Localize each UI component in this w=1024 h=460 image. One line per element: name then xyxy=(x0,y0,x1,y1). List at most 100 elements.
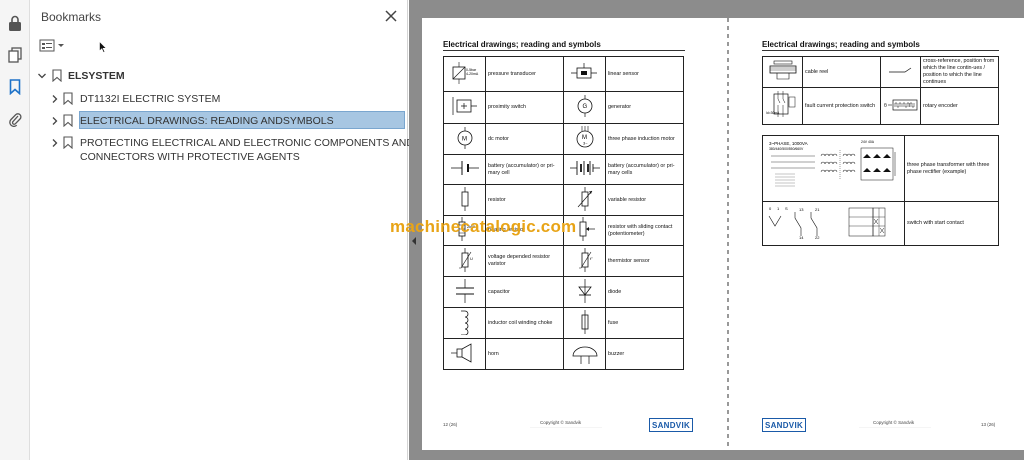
table-row: capacitor diode xyxy=(443,276,684,308)
symbol-label: pressure transducer xyxy=(485,56,564,92)
table-row: resistor variable resistor xyxy=(443,184,684,216)
doc-reference: ········································… xyxy=(530,425,602,429)
transformer-table: 3~PHASE, 1000VA 380/440/500/550/660V 24V… xyxy=(762,135,999,202)
symbol-label: thermistor sensor xyxy=(605,245,684,277)
transformer-rectifier-diagram: 3~PHASE, 1000VA 380/440/500/550/660V 24V… xyxy=(762,135,905,202)
svg-text:S: S xyxy=(785,206,788,211)
buzzer-symbol xyxy=(563,338,606,370)
symbol-label: resistor with sliding contact (potentiom… xyxy=(605,215,684,246)
symbol-label: battery (accumulator) or pri-mary cell xyxy=(485,154,564,185)
cross-reference-symbol xyxy=(880,56,921,88)
close-icon[interactable] xyxy=(383,8,399,24)
rotary-encoder-symbol: B xyxy=(880,87,921,125)
resistor-symbol xyxy=(443,184,486,216)
svg-text:3~: 3~ xyxy=(583,140,588,145)
chevron-right-icon[interactable] xyxy=(50,94,60,104)
svg-text:24V 40A: 24V 40A xyxy=(861,140,875,144)
symbol-table-left: 0-5bar 4-20mA pressure transducer linear … xyxy=(443,56,684,370)
proximity-switch-symbol xyxy=(443,91,486,124)
table-row: 0-5bar 4-20mA pressure transducer linear … xyxy=(443,56,684,92)
battery-cells-symbol xyxy=(563,154,606,185)
table-row: horn buzzer xyxy=(443,338,684,370)
symbol-label: variable resistor xyxy=(605,184,684,216)
start-switch-diagram: 0 1 S 13 21 14 22 xyxy=(762,201,905,246)
page-number: 12 (26) xyxy=(443,422,458,427)
paperclip-icon[interactable] xyxy=(4,108,26,130)
symbol-label: cross-reference, position from which the… xyxy=(920,56,999,88)
capacitor-symbol xyxy=(443,276,486,308)
page-number: 13 (26) xyxy=(981,422,996,427)
svg-text:Id=30mA: Id=30mA xyxy=(766,111,780,115)
mouse-cursor-icon xyxy=(99,40,107,58)
title-rule xyxy=(443,50,685,51)
horn-symbol xyxy=(443,338,486,370)
symbol-label: fuse xyxy=(605,307,684,339)
svg-text:B: B xyxy=(884,102,887,107)
svg-text:0: 0 xyxy=(769,206,772,211)
bookmark-label: ELECTRICAL DRAWINGS: READING ANDSYMBOLS xyxy=(80,115,334,127)
pages-icon[interactable] xyxy=(4,44,26,66)
bookmark-flag-icon xyxy=(63,114,73,127)
generator-symbol: G xyxy=(563,91,606,124)
table-row: U voltage depended resistor varistor t° … xyxy=(443,245,684,277)
panel-title: Bookmarks xyxy=(41,10,102,24)
symbol-label: battery (accumulator) or pri-mary cells xyxy=(605,154,684,185)
symbol-label: cable reel xyxy=(802,56,881,88)
symbol-table-right: cable reel cross-reference, position fro… xyxy=(762,56,999,125)
pdf-reader-window: Bookmarks ELSYSTEM DT1132I ELECTRIC SYST… xyxy=(0,0,1024,460)
chevron-right-icon[interactable] xyxy=(50,138,60,148)
svg-text:4-20mA: 4-20mA xyxy=(466,72,479,76)
battery-symbol xyxy=(443,154,486,185)
bookmark-label-line2: CONNECTORS WITH PROTECTIVE AGENTS xyxy=(80,151,300,163)
fault-current-switch-symbol: Id=30mA xyxy=(762,87,803,125)
bookmark-flag-icon xyxy=(63,92,73,105)
svg-text:3~PHASE, 1000VA: 3~PHASE, 1000VA xyxy=(769,141,808,146)
fuse-symbol xyxy=(563,307,606,339)
symbol-label: fault current protection switch xyxy=(802,87,881,125)
symbol-label: inductor coil winding choke xyxy=(485,307,564,339)
bookmark-label: DT1132I ELECTRIC SYSTEM xyxy=(80,93,221,105)
linear-sensor-symbol xyxy=(563,56,606,92)
svg-text:13: 13 xyxy=(799,207,804,212)
table-row: 0 1 S 13 21 14 22 switch with start cont… xyxy=(762,201,999,246)
cable-reel-symbol xyxy=(762,56,803,88)
bookmark-label: ELSYSTEM xyxy=(68,70,125,82)
table-row: Id=30mA fault current protection switch … xyxy=(762,87,999,125)
three-phase-motor-symbol: M 3~ xyxy=(563,123,606,155)
bookmark-flag-icon xyxy=(52,69,62,82)
bookmarks-panel: Bookmarks ELSYSTEM DT1132I ELECTRIC SYST… xyxy=(31,0,414,460)
svg-text:380/440/500/550/660V: 380/440/500/550/660V xyxy=(769,147,804,151)
bookmark-icon[interactable] xyxy=(4,76,26,98)
diode-symbol xyxy=(563,276,606,308)
svg-text:1: 1 xyxy=(777,206,780,211)
chevron-right-icon[interactable] xyxy=(50,116,60,126)
svg-text:G: G xyxy=(582,104,587,110)
symbol-label: three phase induction motor xyxy=(605,123,684,155)
bookmark-label-line1: PROTECTING ELECTRICAL AND ELECTRONIC COM… xyxy=(80,137,414,149)
svg-text:22: 22 xyxy=(815,235,820,240)
symbol-label: diode xyxy=(605,276,684,308)
table-row: M dc motor M 3~ three phase induction mot… xyxy=(443,123,684,155)
varistor-symbol: U xyxy=(443,245,486,277)
chevron-down-icon[interactable] xyxy=(37,71,47,81)
pdf-page-13: Electrical drawings; reading and symbols… xyxy=(729,18,1024,450)
page-title: Electrical drawings; reading and symbols xyxy=(762,40,920,49)
lock-icon[interactable] xyxy=(4,12,26,34)
symbol-label: linear sensor xyxy=(605,56,684,92)
table-row: inductor coil winding choke fuse xyxy=(443,307,684,339)
tool-rail xyxy=(0,0,30,460)
sandvik-logo: SANDVIK xyxy=(762,418,806,432)
svg-text:M: M xyxy=(462,136,467,142)
table-row: cable reel cross-reference, position fro… xyxy=(762,56,999,88)
thermistor-symbol: t° xyxy=(563,245,606,277)
symbol-label: capacitor xyxy=(485,276,564,308)
dc-motor-symbol: M xyxy=(443,123,486,155)
table-row: 3~PHASE, 1000VA 380/440/500/550/660V 24V… xyxy=(762,135,999,202)
svg-text:U: U xyxy=(470,256,473,261)
page-title: Electrical drawings; reading and symbols xyxy=(443,40,601,49)
table-row: proximity switch G generator xyxy=(443,91,684,124)
bookmark-options-button[interactable] xyxy=(39,37,69,55)
svg-text:t°: t° xyxy=(590,256,593,261)
title-rule xyxy=(762,50,999,51)
symbol-label: buzzer xyxy=(605,338,684,370)
